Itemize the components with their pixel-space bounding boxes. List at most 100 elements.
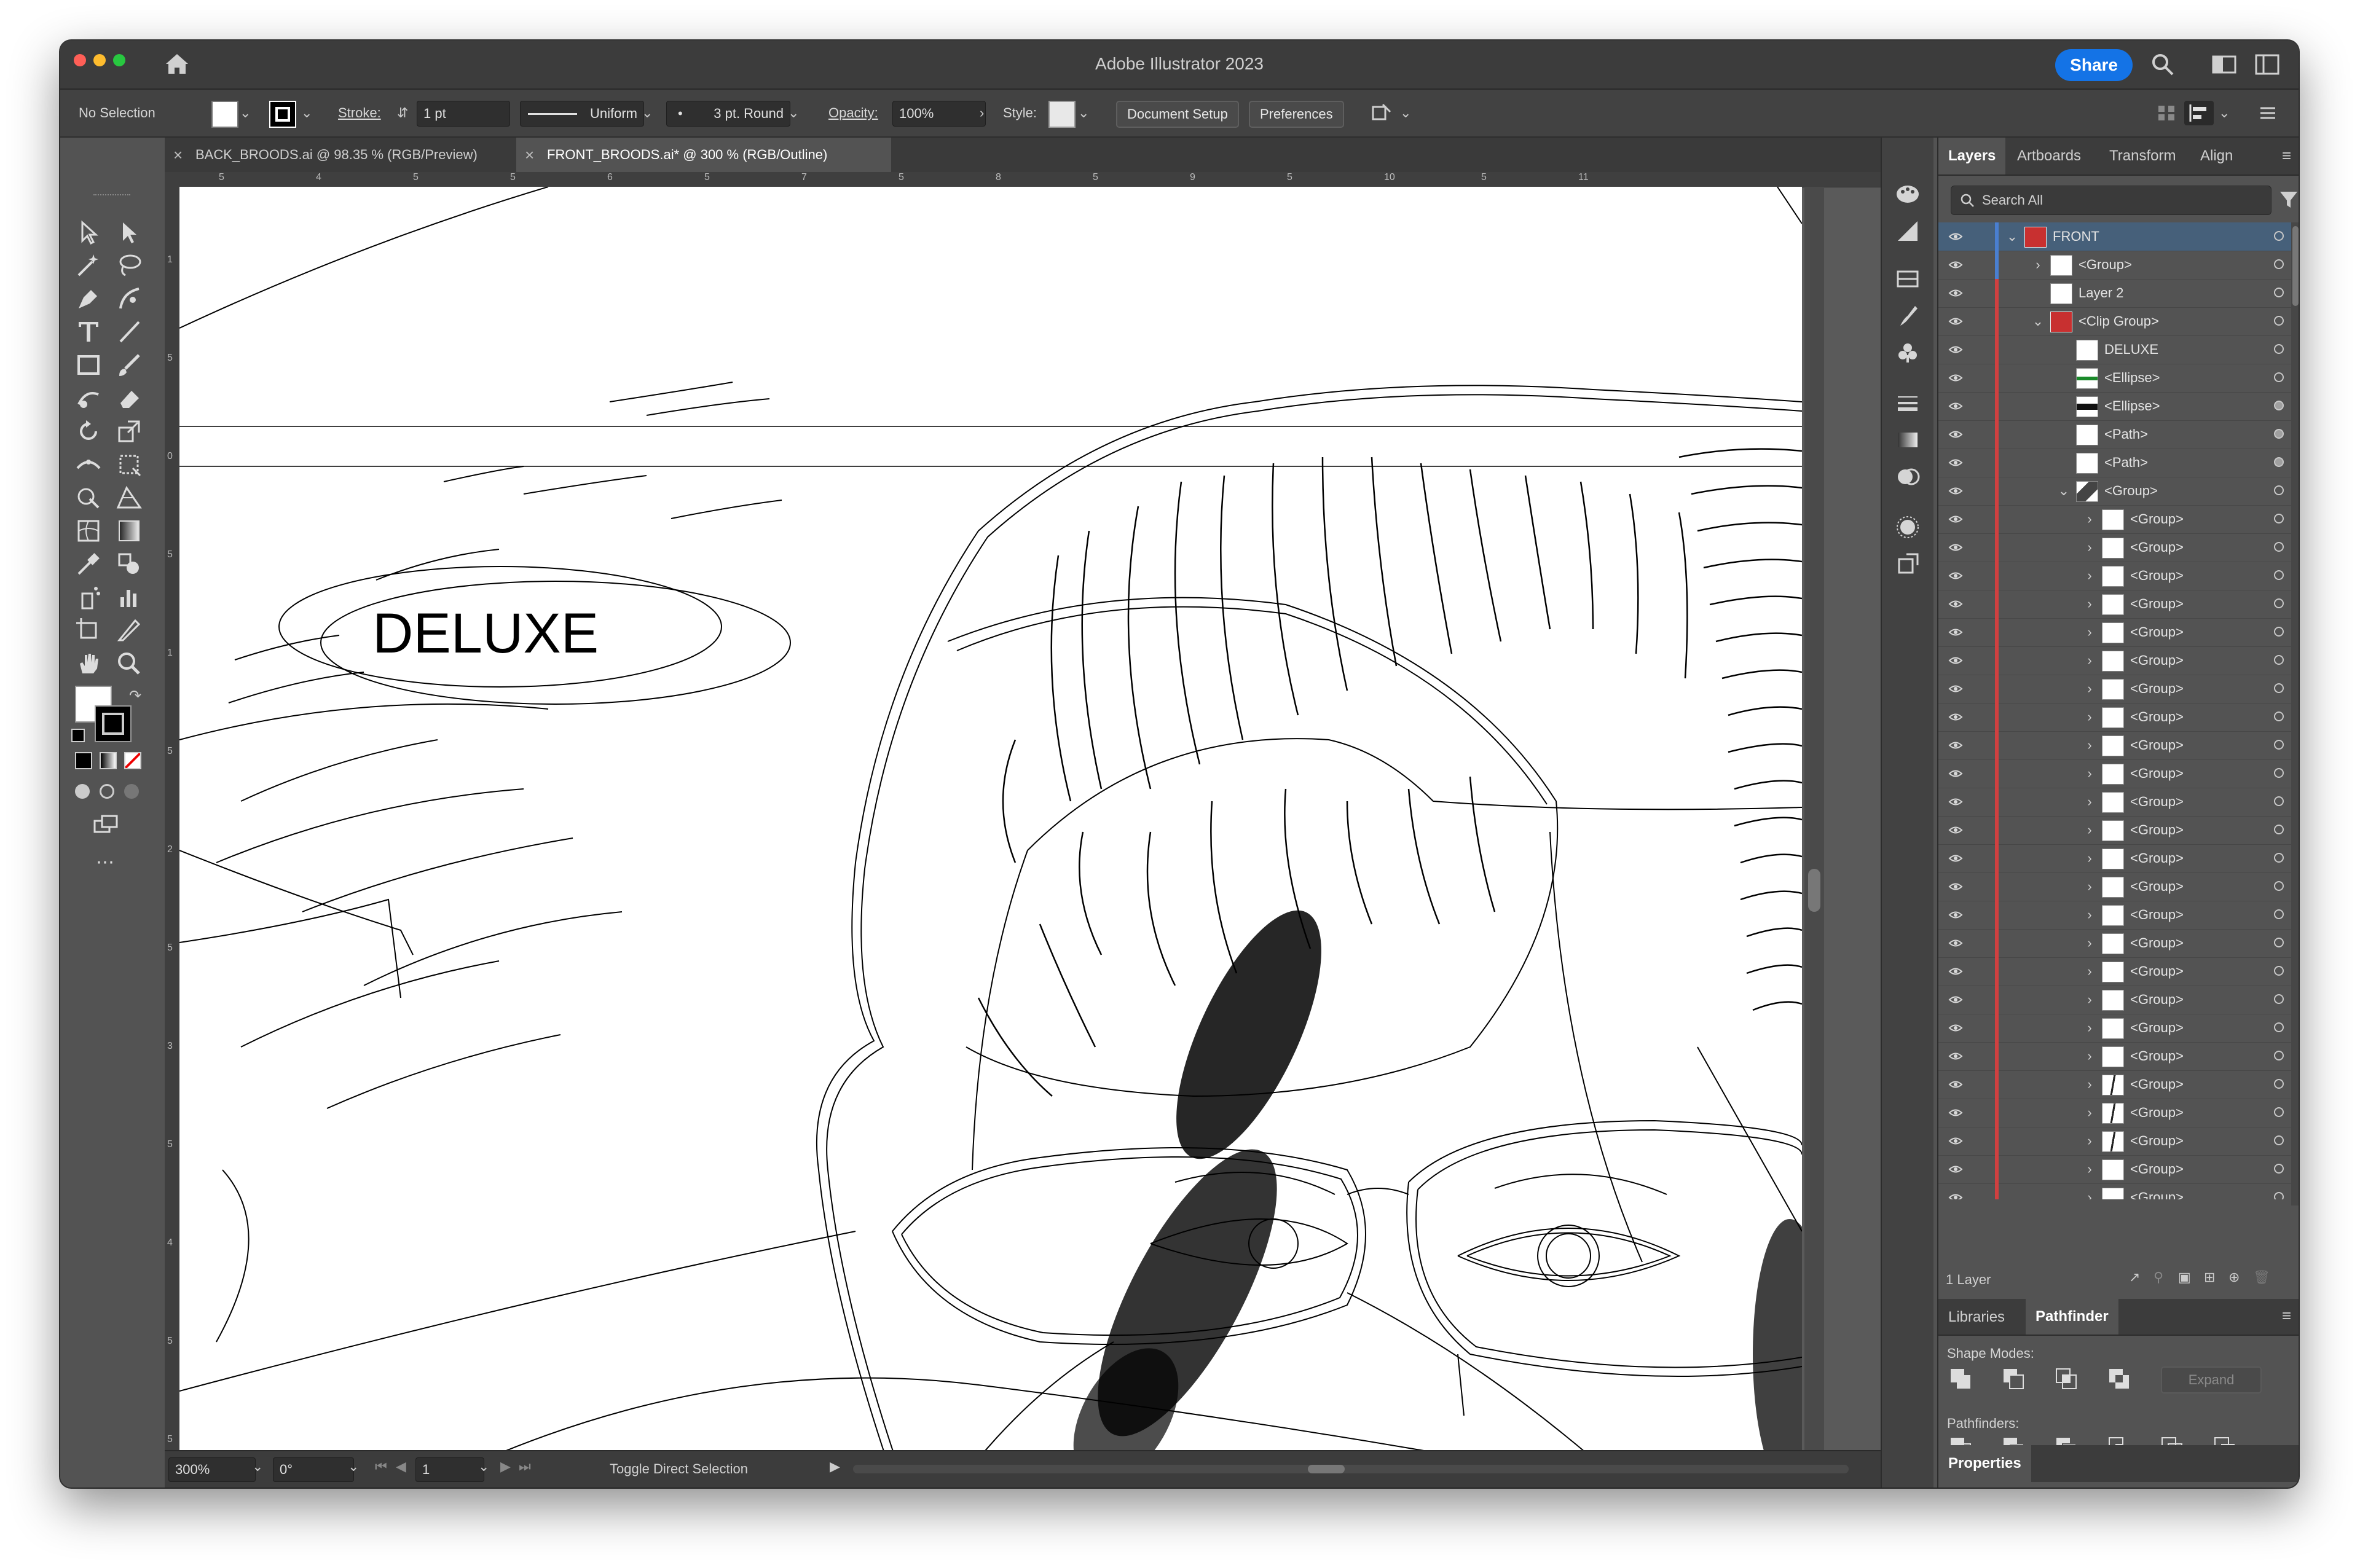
shape-builder-tool-icon[interactable] xyxy=(74,483,103,512)
eye-icon[interactable] xyxy=(1948,315,1963,328)
eye-icon[interactable] xyxy=(1948,230,1963,243)
eye-icon[interactable] xyxy=(1948,625,1963,639)
chevron-right-icon[interactable]: › xyxy=(2083,1070,2096,1099)
chevron-right-icon[interactable]: › xyxy=(2083,788,2096,816)
layer-row[interactable]: › <Group> xyxy=(1938,929,2295,958)
layer-row[interactable]: › <Group> xyxy=(1938,675,2295,704)
layer-row[interactable]: › <Group> xyxy=(1938,1183,2295,1199)
target-icon[interactable] xyxy=(2274,1079,2284,1089)
target-icon[interactable] xyxy=(2274,683,2284,693)
chevron-down-icon[interactable]: ⌄ xyxy=(252,1459,263,1475)
chevron-right-icon[interactable]: › xyxy=(2083,562,2096,590)
eye-icon[interactable] xyxy=(1948,739,1963,752)
canvas-area[interactable]: 5 4 5 5 6 5 7 5 8 5 9 5 10 5 11 1 5 0 5 … xyxy=(165,172,1881,1459)
eye-icon[interactable] xyxy=(1948,682,1963,696)
stroke-weight-field[interactable]: 1 pt xyxy=(417,101,510,127)
layer-row[interactable]: › <Group> xyxy=(1938,646,2295,675)
layer-row[interactable]: › <Group> xyxy=(1938,1155,2295,1184)
eye-icon[interactable] xyxy=(1948,767,1963,780)
target-icon[interactable] xyxy=(2274,1164,2284,1174)
chevron-down-icon[interactable]: ⌄ xyxy=(788,101,799,125)
minus-front-icon[interactable] xyxy=(2001,1366,2026,1391)
target-icon[interactable] xyxy=(2274,457,2284,467)
export-icon[interactable]: ↗ xyxy=(2129,1269,2140,1285)
new-layer-icon[interactable]: ⊕ xyxy=(2228,1269,2240,1285)
layers-list[interactable]: ⌄ FRONT › <Group> Layer 2 ⌄ <Clip Group> DELUXE… xyxy=(1938,222,2299,1199)
shaper-tool-icon[interactable] xyxy=(74,383,103,413)
selection-tool-icon[interactable] xyxy=(74,218,103,247)
layer-row[interactable]: › <Group> xyxy=(1938,505,2295,534)
chevron-right-icon[interactable]: › xyxy=(2083,505,2096,533)
eye-icon[interactable] xyxy=(1948,880,1963,893)
chevron-right-icon[interactable]: › xyxy=(2083,986,2096,1014)
workspace-switcher-icon[interactable] xyxy=(2254,52,2280,77)
chevron-right-icon[interactable]: › xyxy=(2083,533,2096,562)
width-tool-icon[interactable] xyxy=(74,450,103,479)
eye-icon[interactable] xyxy=(1948,795,1963,809)
eye-icon[interactable] xyxy=(1948,965,1963,978)
draw-behind-icon[interactable] xyxy=(100,784,114,799)
outline-artwork[interactable]: DELUXE xyxy=(179,187,1802,1459)
eye-icon[interactable] xyxy=(1948,993,1963,1006)
gradient-mode-icon[interactable] xyxy=(100,752,117,769)
paintbrush-tool-icon[interactable] xyxy=(114,350,144,380)
mesh-tool-icon[interactable] xyxy=(74,516,103,546)
last-artboard-icon[interactable]: ⏭ xyxy=(519,1459,531,1475)
chevron-right-icon[interactable]: › xyxy=(2083,618,2096,646)
chevron-down-icon[interactable]: ⌄ xyxy=(2058,477,2070,505)
layer-row[interactable]: › <Group> xyxy=(1938,901,2295,930)
layer-row[interactable]: › <Group> xyxy=(1938,957,2295,986)
eye-icon[interactable] xyxy=(1948,371,1963,385)
layer-row[interactable]: <Ellipse> xyxy=(1938,364,2295,393)
symbols-icon[interactable] xyxy=(1894,339,1921,366)
eye-icon[interactable] xyxy=(1948,654,1963,667)
status-menu-icon[interactable]: ▶ xyxy=(830,1459,840,1475)
target-icon[interactable] xyxy=(2274,938,2284,947)
target-icon[interactable] xyxy=(2274,768,2284,778)
target-icon[interactable] xyxy=(2274,966,2284,976)
target-icon[interactable] xyxy=(2274,994,2284,1004)
layer-row[interactable]: › <Group> xyxy=(1938,816,2295,845)
perspective-grid-tool-icon[interactable] xyxy=(114,483,144,512)
chevron-right-icon[interactable]: › xyxy=(2083,929,2096,957)
chevron-right-icon[interactable]: › xyxy=(2083,816,2096,844)
first-artboard-icon[interactable]: ⏮ xyxy=(375,1459,387,1475)
layer-row[interactable]: › <Group> xyxy=(1938,618,2295,647)
new-sublayer-icon[interactable]: ⊞ xyxy=(2204,1269,2215,1285)
locate-object-icon[interactable]: ⚲ xyxy=(2154,1269,2163,1285)
color-palette-icon[interactable] xyxy=(1894,181,1921,208)
close-icon[interactable]: × xyxy=(173,138,183,172)
target-icon[interactable] xyxy=(2274,796,2284,806)
eye-icon[interactable] xyxy=(1948,852,1963,865)
eyedropper-tool-icon[interactable] xyxy=(74,549,103,579)
artboard-tool-icon[interactable] xyxy=(74,616,103,645)
none-mode-icon[interactable] xyxy=(124,752,141,769)
direct-selection-tool-icon[interactable] xyxy=(114,218,144,247)
intersect-icon[interactable] xyxy=(2054,1366,2079,1391)
eye-icon[interactable] xyxy=(1948,908,1963,922)
chevron-right-icon[interactable]: › xyxy=(2083,646,2096,675)
layer-row[interactable]: › <Group> xyxy=(1938,1070,2295,1099)
blend-tool-icon[interactable] xyxy=(114,549,144,579)
chevron-right-icon[interactable]: › xyxy=(2032,251,2044,279)
target-icon[interactable] xyxy=(2274,853,2284,863)
target-icon[interactable] xyxy=(2274,514,2284,523)
draw-inside-icon[interactable] xyxy=(124,784,139,799)
previous-artboard-icon[interactable]: ◀ xyxy=(396,1459,406,1475)
tab-back-broods[interactable]: × BACK_BROODS.ai @ 98.35 % (RGB/Preview) xyxy=(165,138,540,172)
vertical-ruler[interactable]: 1 5 0 5 1 5 2 5 3 5 4 5 5 xyxy=(165,187,180,1450)
fill-swatch[interactable] xyxy=(211,101,238,128)
layer-row[interactable]: Layer 2 xyxy=(1938,279,2295,308)
chevron-down-icon[interactable]: ⌄ xyxy=(642,101,653,125)
brushes-icon[interactable] xyxy=(1894,302,1921,329)
horizontal-scrollbar[interactable] xyxy=(853,1465,1849,1473)
eye-icon[interactable] xyxy=(1948,1162,1963,1176)
target-icon[interactable] xyxy=(2274,881,2284,891)
target-icon[interactable] xyxy=(2274,1022,2284,1032)
target-icon[interactable] xyxy=(2274,1051,2284,1060)
transparency-icon[interactable] xyxy=(1894,463,1921,490)
delete-icon[interactable]: 🗑 xyxy=(2253,1269,2270,1285)
chevron-right-icon[interactable]: › xyxy=(980,101,984,125)
target-icon[interactable] xyxy=(2274,825,2284,834)
symbol-sprayer-tool-icon[interactable] xyxy=(74,582,103,612)
